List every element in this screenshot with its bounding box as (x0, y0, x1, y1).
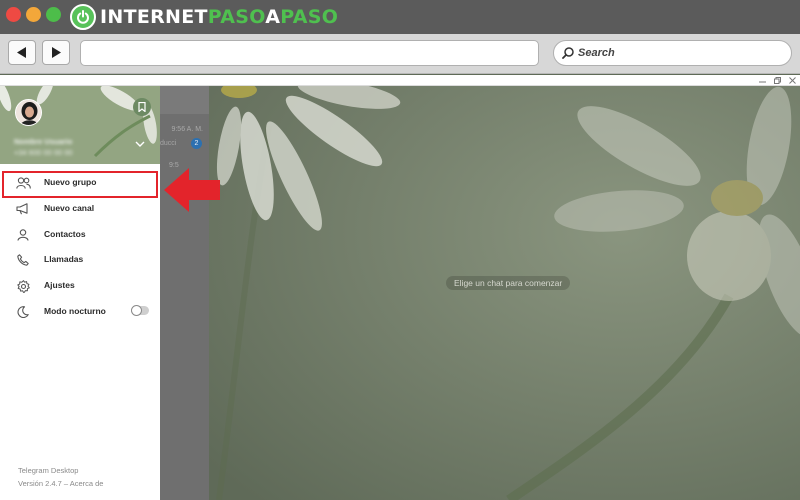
brand-part-3: A (265, 6, 281, 28)
address-bar[interactable] (80, 40, 539, 66)
app-close-button[interactable] (787, 75, 797, 85)
group-icon (15, 175, 31, 191)
menu-header: Nombre Usuario +34 600 00 00 00 (0, 86, 160, 164)
phone-icon (15, 252, 31, 268)
brand-wordmark: INTERNETPASOAPASO (100, 6, 338, 28)
saved-messages-button[interactable] (133, 98, 151, 116)
menu-item-new-group[interactable]: Nuevo grupo (0, 170, 160, 196)
close-icon (788, 76, 796, 84)
menu-item-label: Nuevo canal (44, 203, 95, 213)
app-window-bar (0, 75, 800, 86)
brand-part-1: INTERNET (100, 6, 208, 28)
menu-item-label: Modo nocturno (44, 306, 106, 316)
window-titlebar: INTERNETPASOAPASO (0, 0, 800, 34)
forward-arrow-icon (52, 47, 61, 58)
unread-badge: 2 (191, 138, 202, 149)
menu-item-label: Contactos (44, 229, 86, 239)
window-maximize-button[interactable] (46, 7, 61, 22)
window-minimize-button[interactable] (26, 7, 41, 22)
daisy-wallpaper (209, 86, 800, 500)
window-close-button[interactable] (6, 7, 21, 22)
menu-item-night-mode[interactable]: Modo nocturno (0, 299, 160, 325)
red-arrow-icon (164, 168, 220, 212)
menu-item-settings[interactable]: Ajustes (0, 273, 160, 299)
user-name: Nombre Usuario (14, 137, 73, 146)
menu-item-calls[interactable]: Llamadas (0, 247, 160, 273)
minimize-icon (758, 81, 766, 82)
chat-list-header (160, 86, 209, 114)
power-icon (70, 4, 96, 30)
megaphone-icon (15, 201, 31, 217)
app-restore-button[interactable] (772, 75, 782, 85)
app-minimize-button[interactable] (757, 75, 767, 85)
brand-part-4: PASO (280, 6, 339, 28)
brand-part-2: PASO (207, 6, 266, 28)
restore-icon (773, 76, 781, 84)
empty-chat-hint: Elige un chat para comenzar (446, 276, 571, 290)
search-placeholder: Search (578, 47, 615, 59)
side-menu: Nombre Usuario +34 600 00 00 00 Nuevo gr… (0, 86, 160, 500)
chat-list[interactable]: 9:56 A. M. ducci 2 9:5 (160, 86, 209, 500)
menu-item-contacts[interactable]: Contactos (0, 222, 160, 248)
bookmark-icon (138, 102, 146, 112)
menu-item-label: Nuevo grupo (44, 177, 97, 187)
chevron-down-icon (135, 141, 145, 147)
person-icon (15, 227, 31, 243)
forward-button[interactable] (42, 40, 70, 65)
menu-item-label: Llamadas (44, 254, 84, 264)
toggle-knob (131, 305, 142, 316)
back-button[interactable] (8, 40, 36, 65)
moon-icon (15, 304, 31, 320)
chat-area[interactable]: Elige un chat para comenzar (209, 86, 800, 500)
menu-item-label: Ajustes (44, 280, 75, 290)
app-version-link[interactable]: Versión 2.4.7 – Acerca de (18, 479, 103, 488)
user-phone: +34 600 00 00 00 (14, 148, 73, 157)
back-arrow-icon (17, 47, 26, 58)
browser-toolbar: Search (0, 34, 800, 74)
search-icon (562, 47, 574, 59)
chat-preview: ducci (160, 140, 177, 147)
app-name: Telegram Desktop (18, 466, 79, 475)
brand-logo: INTERNETPASOAPASO (70, 3, 338, 31)
accounts-expand-button[interactable] (133, 138, 147, 150)
avatar[interactable] (15, 99, 42, 126)
night-mode-toggle[interactable] (131, 305, 149, 316)
search-field[interactable]: Search (553, 40, 792, 66)
menu-item-new-channel[interactable]: Nuevo canal (0, 196, 160, 222)
chat-time: 9:56 A. M. (171, 126, 203, 133)
gear-icon (15, 278, 31, 294)
